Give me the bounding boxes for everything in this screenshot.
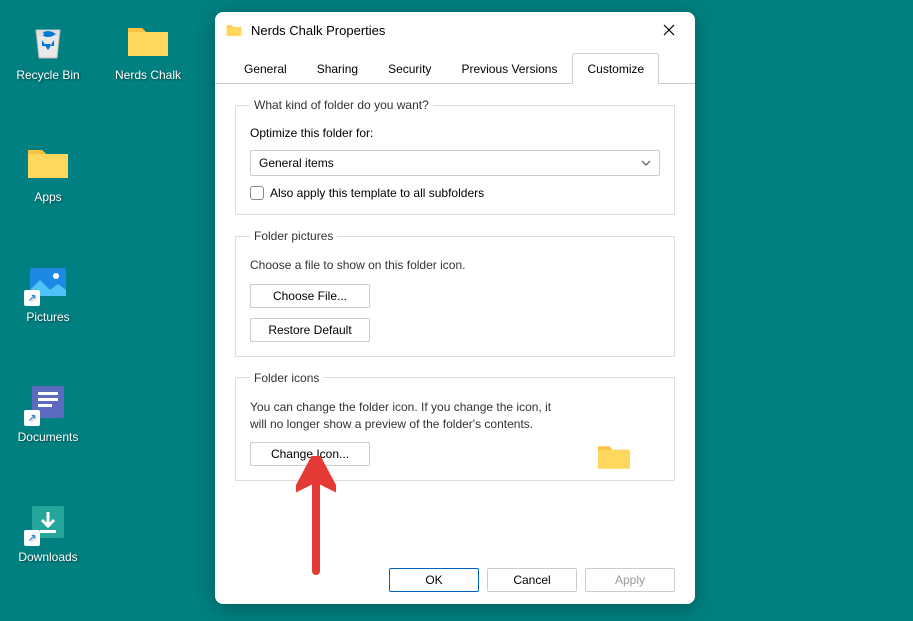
apply-button[interactable]: Apply	[585, 568, 675, 592]
tab-general[interactable]: General	[229, 53, 302, 84]
downloads-label: Downloads	[18, 550, 77, 564]
tab-sharing[interactable]: Sharing	[302, 53, 373, 84]
recycle-bin-label: Recycle Bin	[16, 68, 79, 82]
pictures-label: Pictures	[26, 310, 69, 324]
folder-icon	[225, 21, 243, 39]
close-icon	[663, 24, 675, 36]
folder-icons-desc: You can change the folder icon. If you c…	[250, 399, 560, 433]
apps-label: Apps	[34, 190, 61, 204]
apply-subfolders-checkbox[interactable]	[250, 186, 264, 200]
shortcut-arrow-icon: ↗	[24, 410, 40, 426]
group-folder-kind: What kind of folder do you want? Optimiz…	[235, 98, 675, 215]
group-folder-icons-legend: Folder icons	[250, 371, 323, 385]
optimize-select-value: General items	[259, 156, 334, 170]
documents-shortcut-icon[interactable]: ↗ Documents	[8, 378, 88, 444]
folder-preview-icon	[594, 440, 634, 472]
apply-subfolders-label: Also apply this template to all subfolde…	[270, 186, 484, 200]
downloads-shortcut-icon[interactable]: ↗ Downloads	[8, 498, 88, 564]
pictures-shortcut-icon[interactable]: ↗ Pictures	[8, 258, 88, 324]
ok-button[interactable]: OK	[389, 568, 479, 592]
tab-customize[interactable]: Customize	[572, 53, 659, 84]
content: What kind of folder do you want? Optimiz…	[215, 84, 695, 556]
restore-default-button[interactable]: Restore Default	[250, 318, 370, 342]
optimize-select[interactable]: General items	[250, 150, 660, 176]
choose-file-button[interactable]: Choose File...	[250, 284, 370, 308]
folder-pictures-desc: Choose a file to show on this folder ico…	[250, 257, 660, 274]
apps-folder-icon[interactable]: Apps	[8, 138, 88, 204]
nerds-chalk-folder-icon[interactable]: Nerds Chalk	[108, 16, 188, 82]
tabs: General Sharing Security Previous Versio…	[215, 52, 695, 84]
bin-icon	[24, 16, 72, 64]
properties-dialog: Nerds Chalk Properties General Sharing S…	[215, 12, 695, 604]
change-icon-button[interactable]: Change Icon...	[250, 442, 370, 466]
tab-previous-versions[interactable]: Previous Versions	[446, 53, 572, 84]
recycle-bin-icon[interactable]: Recycle Bin	[8, 16, 88, 82]
dialog-title: Nerds Chalk Properties	[251, 23, 653, 38]
documents-label: Documents	[18, 430, 79, 444]
tab-security[interactable]: Security	[373, 53, 446, 84]
shortcut-arrow-icon: ↗	[24, 290, 40, 306]
dialog-buttons: OK Cancel Apply	[215, 556, 695, 604]
nerds-chalk-label: Nerds Chalk	[115, 68, 181, 82]
titlebar: Nerds Chalk Properties	[215, 12, 695, 48]
chevron-down-icon	[641, 158, 651, 168]
shortcut-arrow-icon: ↗	[24, 530, 40, 546]
folder-icon	[24, 138, 72, 186]
cancel-button[interactable]: Cancel	[487, 568, 577, 592]
group-folder-icons: Folder icons You can change the folder i…	[235, 371, 675, 482]
group-folder-pictures-legend: Folder pictures	[250, 229, 337, 243]
folder-icon	[124, 16, 172, 64]
optimize-label: Optimize this folder for:	[250, 126, 660, 140]
group-folder-pictures: Folder pictures Choose a file to show on…	[235, 229, 675, 357]
close-button[interactable]	[653, 14, 685, 46]
group-folder-kind-legend: What kind of folder do you want?	[250, 98, 433, 112]
